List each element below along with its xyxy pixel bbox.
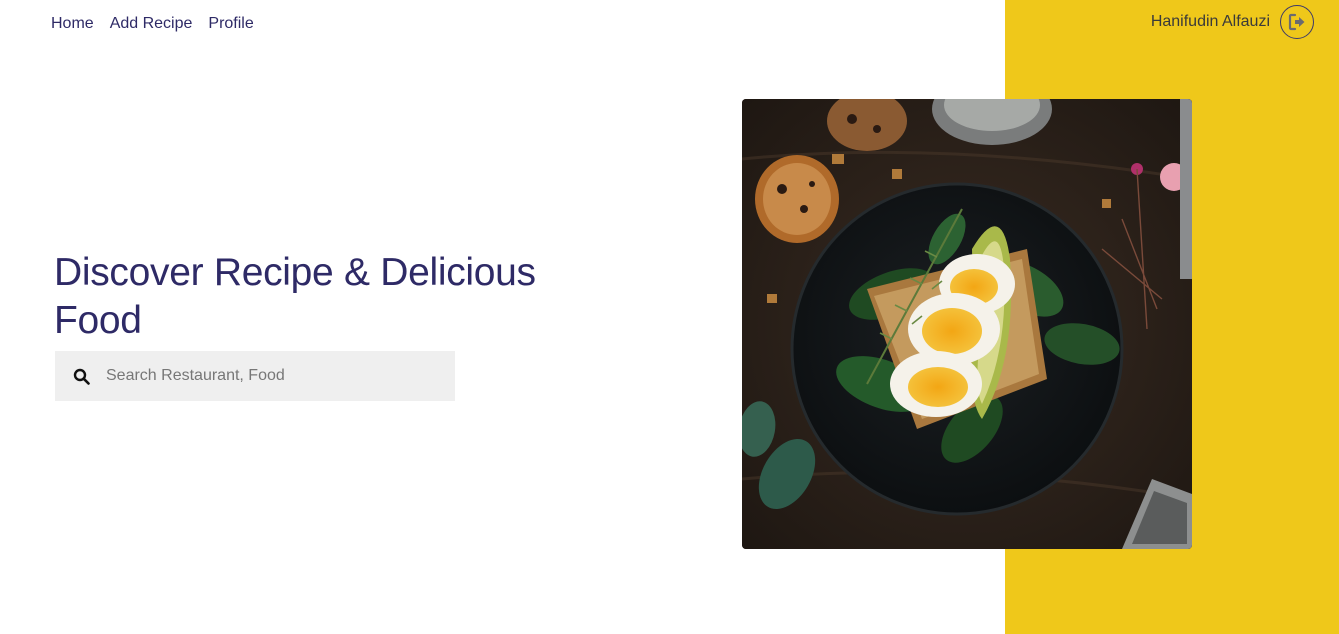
- hero-title: Discover Recipe & Delicious Food: [54, 251, 536, 342]
- logout-button[interactable]: [1280, 5, 1314, 39]
- nav-item-profile[interactable]: Profile: [208, 15, 253, 33]
- search-bar[interactable]: [55, 351, 455, 401]
- nav-item-home[interactable]: Home: [51, 15, 94, 33]
- nav-item-add-recipe[interactable]: Add Recipe: [110, 15, 193, 33]
- logout-icon: [1288, 13, 1305, 31]
- user-name[interactable]: Hanifudin Alfauzi: [1151, 13, 1270, 31]
- search-input[interactable]: [106, 367, 426, 385]
- food-photo: [742, 99, 1192, 549]
- main-nav: Home Add Recipe Profile: [51, 15, 254, 33]
- search-icon[interactable]: [72, 367, 90, 385]
- user-area: Hanifudin Alfauzi: [1151, 5, 1314, 39]
